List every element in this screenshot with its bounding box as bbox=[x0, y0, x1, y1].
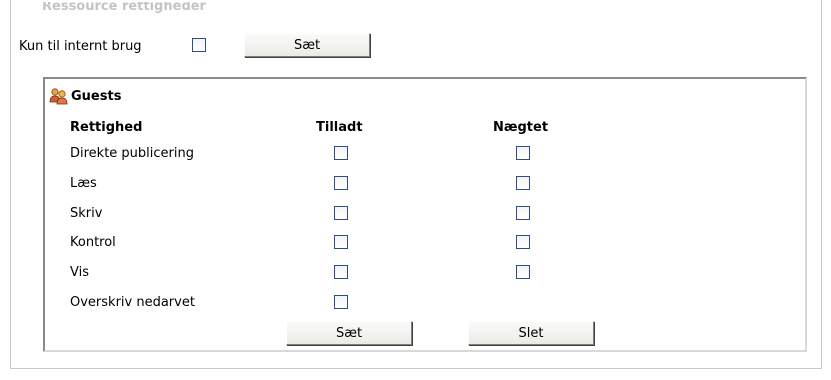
allowed-checkbox-write[interactable] bbox=[334, 206, 348, 220]
users-icon bbox=[49, 88, 68, 105]
allowed-checkbox-view[interactable] bbox=[334, 265, 348, 279]
column-header-denied: Nægtet bbox=[493, 120, 549, 135]
denied-checkbox-view[interactable] bbox=[516, 265, 530, 279]
row-label-override-inherited: Overskriv nedarvet bbox=[70, 295, 195, 310]
row-label-write: Skriv bbox=[70, 206, 103, 221]
allowed-checkbox-control[interactable] bbox=[334, 235, 348, 249]
set-button[interactable]: Sæt bbox=[286, 321, 412, 345]
denied-checkbox-control[interactable] bbox=[516, 235, 530, 249]
allowed-checkbox-read[interactable] bbox=[334, 176, 348, 190]
column-header-allowed: Tilladt bbox=[316, 120, 363, 135]
column-header-permission: Rettighed bbox=[70, 120, 143, 135]
internal-set-button[interactable]: Sæt bbox=[244, 33, 370, 57]
internal-use-label: Kun til internt brug bbox=[19, 39, 142, 54]
internal-use-checkbox[interactable] bbox=[192, 38, 206, 52]
group-name: Guests bbox=[71, 89, 122, 104]
row-label-direct-publish: Direkte publicering bbox=[70, 146, 194, 161]
allowed-checkbox-override-inherited[interactable] bbox=[334, 295, 348, 309]
denied-checkbox-write[interactable] bbox=[516, 206, 530, 220]
denied-checkbox-direct-publish[interactable] bbox=[516, 146, 530, 160]
delete-button[interactable]: Slet bbox=[468, 321, 594, 345]
denied-checkbox-read[interactable] bbox=[516, 176, 530, 190]
row-label-control: Kontrol bbox=[70, 235, 116, 250]
group-header: Guests bbox=[49, 88, 121, 105]
row-label-view: Vis bbox=[70, 265, 89, 280]
section-title: Ressource rettigheder bbox=[42, 2, 206, 14]
allowed-checkbox-direct-publish[interactable] bbox=[334, 146, 348, 160]
row-label-read: Læs bbox=[70, 176, 97, 191]
group-permissions-panel bbox=[43, 77, 807, 352]
